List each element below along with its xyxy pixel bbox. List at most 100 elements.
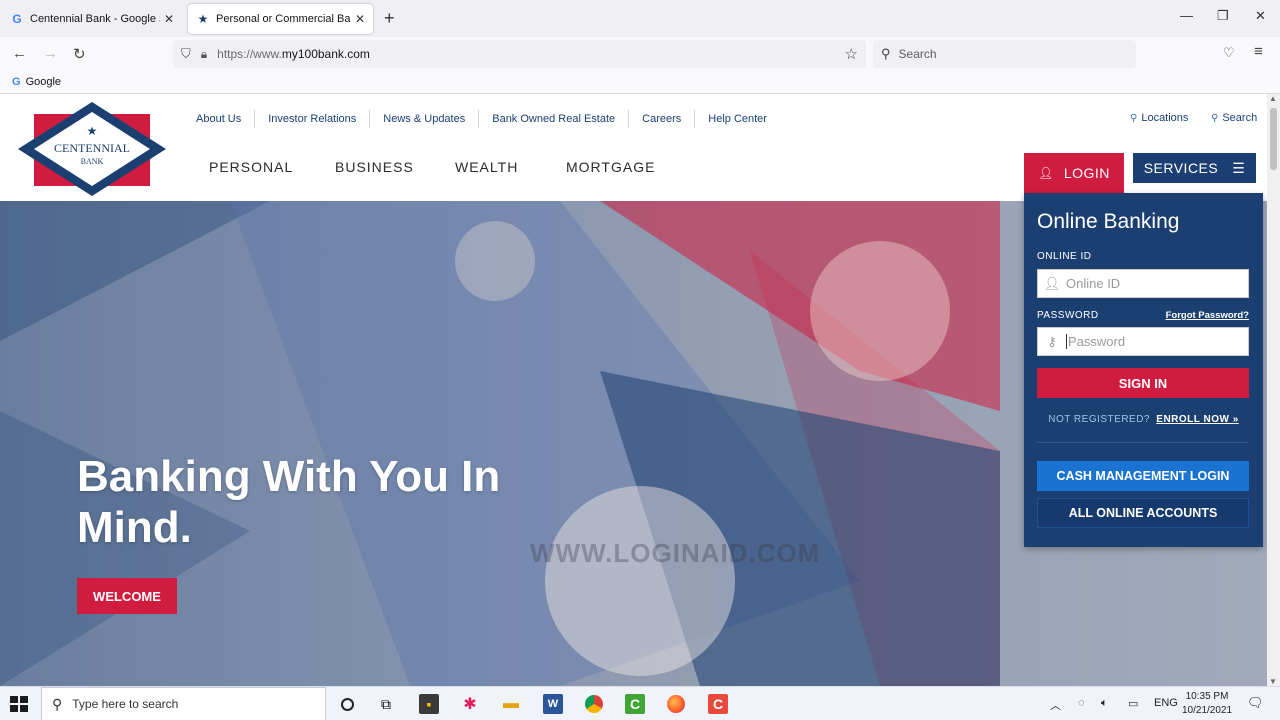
panel-divider — [1037, 442, 1249, 443]
search-icon: ⚲ — [1211, 113, 1219, 124]
clock-date: 10/21/2021 — [1182, 705, 1233, 716]
firefox-icon[interactable] — [666, 694, 686, 714]
taskbar-search-placeholder: Type here to search — [72, 697, 179, 711]
star-icon: ★ — [197, 12, 209, 26]
map-pin-icon: ⚲ — [1130, 113, 1138, 124]
clock-time: 10:35 PM — [1185, 691, 1229, 702]
lock-icon[interactable]: 🔒︎ — [201, 47, 207, 62]
centennial-bank-logo[interactable]: ★ CENTENNIAL BANK — [18, 102, 166, 196]
browser-tab-strip: G Centennial Bank - Google Search ✕ ★ Pe… — [0, 0, 1280, 37]
link-news-updates[interactable]: News & Updates — [370, 110, 480, 128]
camtasia-recorder-icon[interactable]: C — [708, 694, 728, 714]
cash-management-login-button[interactable]: CASH MANAGEMENT LOGIN — [1037, 461, 1249, 491]
slack-icon[interactable]: ✱ — [460, 694, 480, 714]
url-bar[interactable]: ⛉ 🔒︎ https://www.my100bank.com ☆ — [173, 40, 866, 68]
notifications-icon[interactable]: 🗨︎ — [1247, 695, 1264, 711]
minimize-icon[interactable]: — — [1180, 8, 1193, 23]
nav-wealth[interactable]: WEALTH — [455, 159, 518, 175]
hero-title: Banking With You In Mind. — [77, 452, 501, 552]
key-icon: ⚷ — [1047, 333, 1057, 349]
web-page: ★ CENTENNIAL BANK About Us Investor Rela… — [0, 94, 1267, 686]
sign-in-button[interactable]: SIGN IN — [1037, 368, 1249, 398]
link-help-center[interactable]: Help Center — [695, 110, 780, 128]
taskbar-search-input[interactable]: ⚲ Type here to search — [41, 687, 326, 720]
password-input[interactable]: ⚷ Password — [1037, 327, 1249, 356]
menu-icon: ☰ — [1232, 159, 1246, 176]
language-indicator[interactable]: ENG — [1154, 697, 1178, 709]
login-button[interactable]: 👤︎ LOGIN — [1024, 153, 1124, 193]
reload-icon[interactable]: ↻ — [73, 45, 86, 63]
search-placeholder: Search — [898, 47, 937, 61]
scroll-up-icon[interactable]: ▲ — [1269, 94, 1277, 103]
panel-heading: Online Banking — [1037, 210, 1180, 233]
bookmarks-bar: G Google — [0, 71, 1280, 94]
chrome-icon[interactable] — [584, 694, 604, 714]
taskbar-clock[interactable]: 10:35 PM 10/21/2021 — [1182, 690, 1232, 718]
file-explorer-icon[interactable]: ▬ — [501, 694, 521, 714]
top-links: About Us Investor Relations News & Updat… — [183, 110, 780, 128]
services-button[interactable]: SERVICES ☰ — [1133, 153, 1256, 183]
svg-text:★: ★ — [87, 124, 98, 138]
watermark-text: WWW.LOGINAID.COM — [530, 538, 821, 568]
bookmark-star-icon[interactable]: ☆ — [845, 45, 858, 63]
restore-icon[interactable]: ❐ — [1217, 8, 1229, 24]
shield-icon[interactable]: ⛉ — [181, 46, 191, 62]
nav-personal[interactable]: PERSONAL — [209, 159, 293, 175]
nav-business[interactable]: BUSINESS — [335, 159, 414, 175]
scrollbar-thumb[interactable] — [1270, 108, 1277, 170]
password-label: PASSWORD — [1037, 310, 1099, 321]
user-icon: 👤︎ — [1043, 275, 1061, 291]
forward-icon[interactable]: → — [43, 45, 58, 62]
online-id-placeholder: Online ID — [1066, 276, 1121, 291]
online-banking-panel: Online Banking ONLINE ID 👤︎ Online ID PA… — [1024, 193, 1263, 547]
enroll-now-link[interactable]: ENROLL NOW » — [1156, 414, 1238, 425]
not-registered-text: NOT REGISTERED? — [1048, 414, 1150, 425]
tab-google-search[interactable]: G Centennial Bank - Google Search ✕ — [2, 4, 182, 34]
task-view-icon[interactable]: ⧉ — [376, 694, 396, 714]
google-icon: G — [12, 76, 21, 88]
locations-link[interactable]: ⚲ Locations — [1130, 112, 1188, 124]
online-id-input[interactable]: 👤︎ Online ID — [1037, 269, 1249, 298]
link-bank-owned-real-estate[interactable]: Bank Owned Real Estate — [479, 110, 630, 128]
back-icon[interactable]: ← — [12, 45, 27, 62]
close-tab-icon[interactable]: ✕ — [164, 12, 174, 26]
cortana-icon[interactable] — [337, 694, 357, 714]
close-window-icon[interactable]: ✕ — [1255, 8, 1266, 24]
show-hidden-icons[interactable]: ︿ — [1050, 697, 1061, 713]
battery-icon[interactable]: ▭ — [1128, 697, 1138, 710]
google-icon: G — [12, 12, 22, 26]
link-careers[interactable]: Careers — [629, 110, 696, 128]
register-row: NOT REGISTERED? ENROLL NOW » — [1024, 414, 1263, 425]
volume-icon[interactable]: 🔈︎ — [1101, 697, 1108, 710]
tab-title: Personal or Commercial Banking — [216, 13, 351, 25]
new-tab-icon[interactable]: + — [384, 8, 395, 29]
close-tab-icon[interactable]: ✕ — [355, 12, 365, 26]
site-search-link[interactable]: ⚲ Search — [1211, 112, 1257, 124]
camtasia-icon[interactable]: C — [625, 694, 645, 714]
nav-mortgage[interactable]: MORTGAGE — [566, 159, 655, 175]
logo-text-line1: CENTENNIAL — [54, 141, 130, 155]
windows-taskbar: ⚲ Type here to search ⧉ ▪ ✱ ▬ W C C ︿ ◌ … — [0, 686, 1280, 720]
all-online-accounts-button[interactable]: ALL ONLINE ACCOUNTS — [1037, 498, 1249, 528]
scroll-down-icon[interactable]: ▼ — [1269, 677, 1277, 686]
url-text: https://www.my100bank.com — [217, 47, 370, 61]
user-icon: 👤︎ — [1038, 166, 1054, 180]
browser-toolbar: ← → ↻ ⛉ 🔒︎ https://www.my100bank.com ☆ ⚲… — [0, 37, 1280, 71]
bookmark-google[interactable]: Google — [26, 76, 61, 88]
welcome-button[interactable]: WELCOME — [77, 578, 177, 614]
password-placeholder: Password — [1066, 334, 1126, 349]
menu-icon[interactable]: ≡ — [1254, 43, 1263, 60]
link-investor-relations[interactable]: Investor Relations — [255, 110, 371, 128]
tab-centennial-bank[interactable]: ★ Personal or Commercial Banking ✕ — [188, 4, 373, 34]
search-icon: ⚲ — [881, 46, 891, 61]
link-about-us[interactable]: About Us — [183, 110, 256, 128]
windows-start-icon[interactable] — [10, 696, 28, 712]
browser-search-input[interactable]: ⚲ Search — [873, 40, 1136, 68]
tab-title: Centennial Bank - Google Search — [30, 13, 160, 25]
sticky-notes-icon[interactable]: ▪ — [419, 694, 439, 714]
pocket-icon[interactable]: ♡ — [1223, 45, 1235, 61]
page-scrollbar[interactable]: ▲ ▼ — [1267, 94, 1280, 686]
forgot-password-link[interactable]: Forgot Password? — [1166, 310, 1249, 321]
word-icon[interactable]: W — [543, 694, 563, 714]
network-icon[interactable]: ◌ — [1078, 697, 1085, 709]
